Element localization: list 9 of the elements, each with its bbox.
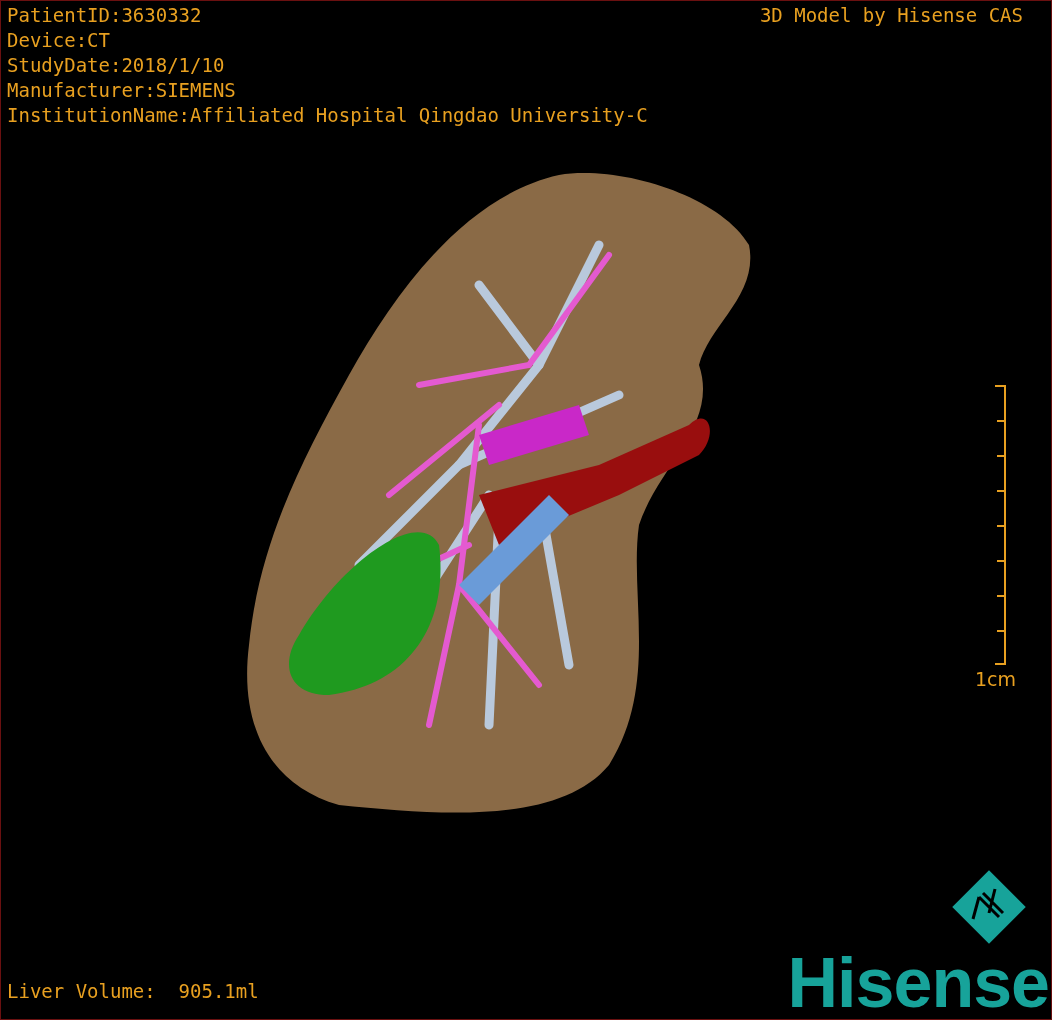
viewer-caption: 3D Model by Hisense CAS (759, 3, 1023, 28)
patient-info-text: StudyDate:2018/1/10 (7, 53, 226, 78)
patient-info-text: Manufacturer:SIEMENS (7, 78, 237, 103)
scale-label: 1cm (975, 666, 1017, 691)
patient-info-text: InstitutionName:Affiliated Hospital Qingdao University-C (7, 103, 648, 128)
patient-info-text: Device:CT (7, 28, 111, 53)
liver-volume-text: Liver Volume: 905.1ml (6, 979, 259, 1004)
patient-info-text: PatientID:3630332 (7, 3, 203, 28)
logo-wordmark: Hisense (787, 947, 1049, 1019)
